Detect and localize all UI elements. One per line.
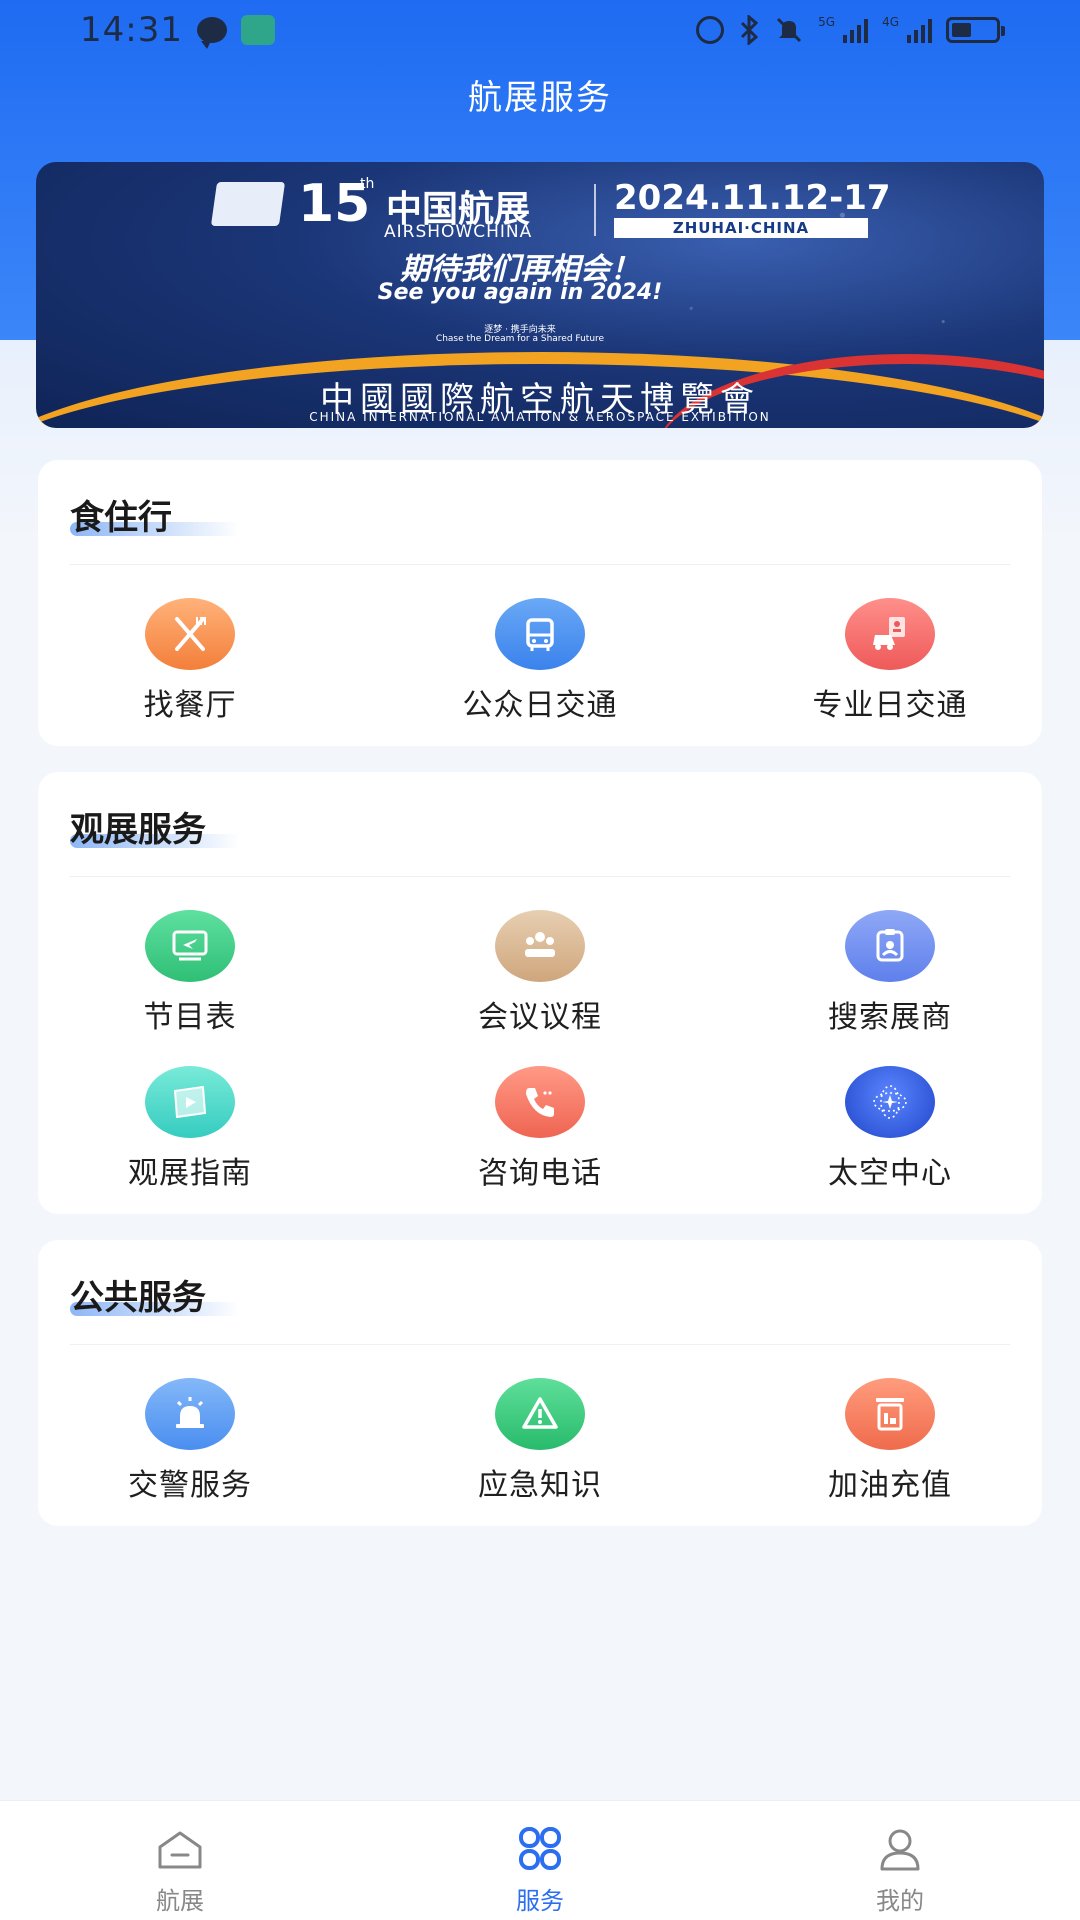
service-fuel-recharge[interactable]: 加油充值 xyxy=(740,1378,1040,1504)
battery-icon xyxy=(946,17,1005,43)
exhibitor-search-icon xyxy=(845,910,935,982)
status-time: 14:31 xyxy=(80,10,183,50)
restaurant-icon xyxy=(145,598,235,670)
section-visit-services: 观展服务 节目表 会议议程 搜索展商 观展指南 咨询电话 太空中心 xyxy=(38,772,1042,1214)
profile-icon xyxy=(880,1829,920,1871)
service-hotline[interactable]: 咨询电话 xyxy=(390,1066,690,1192)
service-professional-day-transport[interactable]: 专业日交通 xyxy=(740,598,1040,724)
flight-schedule-icon xyxy=(145,910,235,982)
service-label: 加油充值 xyxy=(828,1468,952,1503)
network-type-5g: 5G xyxy=(818,15,836,29)
signal-strength-icon xyxy=(907,17,932,43)
service-label: 节目表 xyxy=(143,1000,237,1035)
vehicle-pass-icon xyxy=(845,598,935,670)
service-traffic-police[interactable]: 交警服务 xyxy=(40,1378,340,1504)
section-divider xyxy=(70,564,1010,565)
services-grid-icon xyxy=(519,1827,561,1870)
status-bar: 14:31 5G 4G xyxy=(0,0,1080,60)
service-meeting-agenda[interactable]: 会议议程 xyxy=(390,910,690,1036)
service-label: 会议议程 xyxy=(478,1000,602,1035)
service-visit-guide[interactable]: 观展指南 xyxy=(40,1066,340,1192)
service-label: 搜索展商 xyxy=(828,1000,952,1035)
banner-place: ZHUHAI·CHINA xyxy=(614,218,868,238)
airshow-banner[interactable]: 15 th 中国航展 AIRSHOWCHINA 2024.11.12-17 ZH… xyxy=(36,162,1044,428)
service-label: 交警服务 xyxy=(128,1468,252,1503)
app-notification-icon xyxy=(240,15,275,45)
service-label: 太空中心 xyxy=(828,1156,952,1191)
banner-divider xyxy=(594,184,596,236)
home-icon xyxy=(158,1831,202,1869)
banner-date: 2024.11.12-17 xyxy=(614,178,891,218)
service-label: 咨询电话 xyxy=(478,1156,602,1191)
message-notification-icon xyxy=(196,17,227,49)
service-search-exhibitors[interactable]: 搜索展商 xyxy=(740,910,1040,1036)
space-center-icon xyxy=(845,1066,935,1138)
bus-icon xyxy=(495,598,585,670)
service-public-day-transport[interactable]: 公众日交通 xyxy=(390,598,690,724)
fuel-icon xyxy=(845,1378,935,1450)
nav-label: 我的 xyxy=(876,1887,924,1915)
nav-item-mine[interactable]: 我的 xyxy=(720,1801,1080,1920)
nav-item-airshow[interactable]: 航展 xyxy=(0,1801,360,1920)
nav-item-services[interactable]: 服务 xyxy=(360,1801,720,1920)
phone-icon xyxy=(495,1066,585,1138)
section-food-lodging-transport: 食住行 找餐厅 公众日交通 专业日交通 xyxy=(38,460,1042,746)
warning-icon xyxy=(495,1378,585,1450)
section-divider xyxy=(70,1344,1010,1345)
guide-icon xyxy=(145,1066,235,1138)
section-public-services: 公共服务 交警服务 应急知识 加油充值 xyxy=(38,1240,1042,1526)
network-type-4g: 4G xyxy=(882,15,899,29)
alarm-icon xyxy=(696,16,725,44)
meeting-icon xyxy=(495,910,585,982)
page-title: 航展服务 xyxy=(468,78,612,118)
service-emergency-knowledge[interactable]: 应急知识 xyxy=(390,1378,690,1504)
service-space-center[interactable]: 太空中心 xyxy=(740,1066,1040,1192)
section-divider xyxy=(70,876,1010,877)
mute-bell-icon xyxy=(777,17,802,43)
banner-slogan-en: See you again in 2024! xyxy=(377,280,663,305)
banner-motto-en: Chase the Dream for a Shared Future xyxy=(435,334,605,344)
nav-label: 航展 xyxy=(156,1887,204,1915)
section-title: 食住行 xyxy=(70,498,172,538)
bluetooth-icon xyxy=(741,15,759,45)
banner-edition-suffix: th xyxy=(360,176,375,192)
service-label: 公众日交通 xyxy=(462,688,618,723)
airshow-logo-icon xyxy=(210,182,286,226)
service-label: 找餐厅 xyxy=(143,688,237,723)
section-title: 公共服务 xyxy=(70,1278,206,1318)
police-light-icon xyxy=(145,1378,235,1450)
service-find-restaurant[interactable]: 找餐厅 xyxy=(40,598,340,724)
service-program-schedule[interactable]: 节目表 xyxy=(40,910,340,1036)
signal-strength-icon xyxy=(843,17,869,43)
service-label: 专业日交通 xyxy=(812,688,968,723)
section-title: 观展服务 xyxy=(70,810,206,850)
banner-expo-name-en: CHINA INTERNATIONAL AVIATION & AEROSPACE… xyxy=(309,410,771,424)
banner-title-en: AIRSHOWCHINA xyxy=(384,222,533,242)
bottom-navigation: 航展 服务 我的 xyxy=(0,1800,1080,1920)
service-label: 应急知识 xyxy=(478,1468,602,1503)
service-label: 观展指南 xyxy=(128,1156,252,1191)
nav-label: 服务 xyxy=(516,1887,564,1915)
